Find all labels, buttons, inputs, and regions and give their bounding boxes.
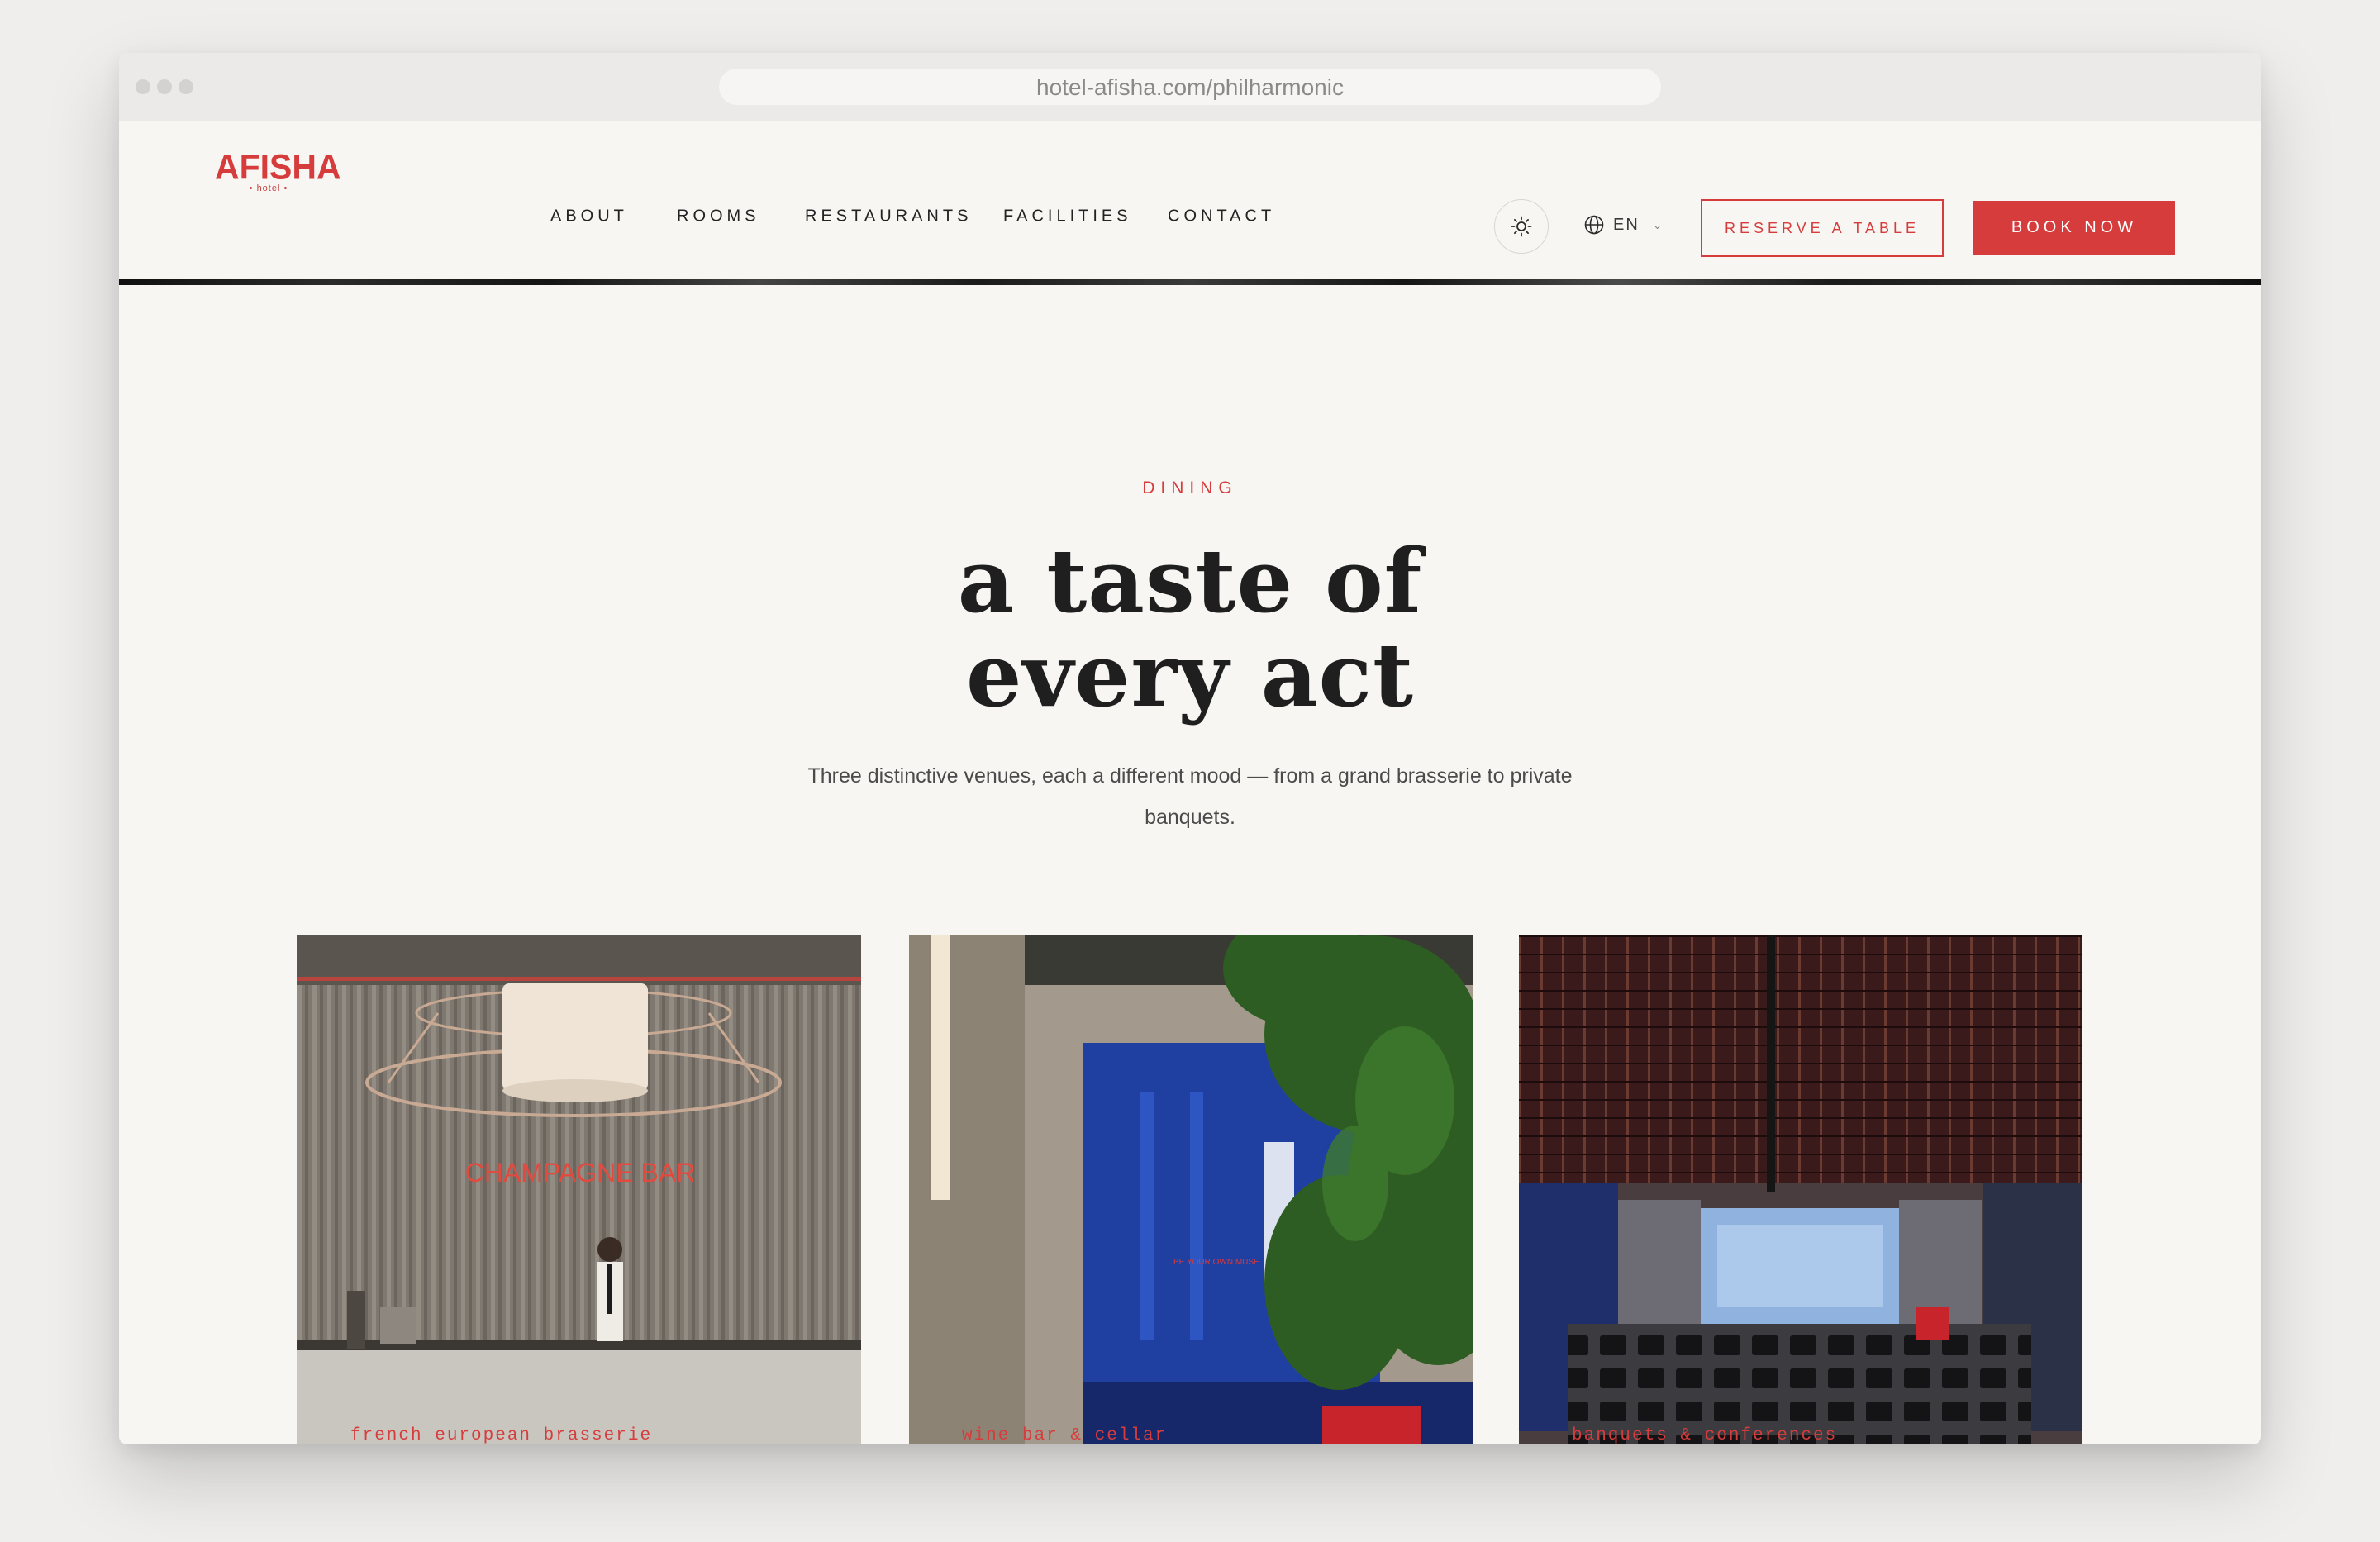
- browser-window: hotel-afisha.com/philharmonic AFISHA • h…: [119, 53, 2261, 1444]
- venue-label-banquets: banquets & conferences: [1572, 1426, 1837, 1444]
- language-selector[interactable]: EN ⌄: [1583, 214, 1664, 236]
- nav-item-contact[interactable]: CONTACT: [1168, 207, 1275, 226]
- nav-item-restaurants[interactable]: RESTAURANTS: [805, 207, 972, 226]
- section-eyebrow: DINING: [1142, 478, 1238, 497]
- browser-chrome: hotel-afisha.com/philharmonic: [119, 53, 2261, 121]
- section-title-line-1: a taste of: [957, 529, 1423, 632]
- language-code: EN: [1613, 215, 1640, 234]
- wine-bar-photo: BE YOUR OWN MUSE wine bar & cellar: [909, 935, 1473, 1444]
- hero-image-strip: [119, 279, 2261, 285]
- book-now-button[interactable]: BOOK NOW: [1973, 201, 2175, 255]
- banquets-photo: banquets & conferences: [1519, 935, 2082, 1444]
- globe-icon: [1584, 215, 1604, 235]
- section-title-line-2: every act: [965, 623, 1414, 726]
- section-description: Three distinctive venues, each a differe…: [807, 764, 1573, 829]
- nav-item-facilities[interactable]: FACILITIES: [1003, 207, 1132, 226]
- window-controls: [136, 79, 193, 94]
- reserve-table-button[interactable]: RESERVE A TABLE: [1701, 199, 1944, 257]
- venue-card-wine-bar[interactable]: BE YOUR OWN MUSE wine bar & cellar: [909, 935, 1473, 1444]
- nav-item-rooms[interactable]: ROOMS: [677, 207, 760, 226]
- nav-item-about[interactable]: ABOUT: [550, 207, 628, 226]
- brasserie-sign-text: CHAMPAGNE BAR: [465, 1158, 696, 1187]
- sun-icon: [1511, 216, 1532, 237]
- maximize-window-dot[interactable]: [178, 79, 193, 94]
- venue-card-banquets[interactable]: banquets & conferences: [1519, 935, 2082, 1444]
- close-window-dot[interactable]: [136, 79, 150, 94]
- chevron-down-icon: ⌄: [1652, 217, 1664, 231]
- minimize-window-dot[interactable]: [157, 79, 172, 94]
- venue-label-brasserie: french european brasserie: [350, 1426, 652, 1444]
- address-bar[interactable]: hotel-afisha.com/philharmonic: [719, 69, 1661, 105]
- wine-bar-sign-text: BE YOUR OWN MUSE: [1173, 1258, 1259, 1267]
- venue-card-brasserie[interactable]: CHAMPAGNE BAR french european brasserie: [298, 935, 861, 1444]
- section-title: a taste of every act: [119, 534, 2261, 722]
- theme-toggle-button[interactable]: [1494, 199, 1549, 254]
- site-header: AFISHA • hotel • ABOUT ROOMS RESTAURANTS…: [119, 121, 2261, 279]
- brasserie-photo: CHAMPAGNE BAR french european brasserie: [298, 935, 861, 1444]
- venue-label-wine-bar: wine bar & cellar: [962, 1426, 1167, 1444]
